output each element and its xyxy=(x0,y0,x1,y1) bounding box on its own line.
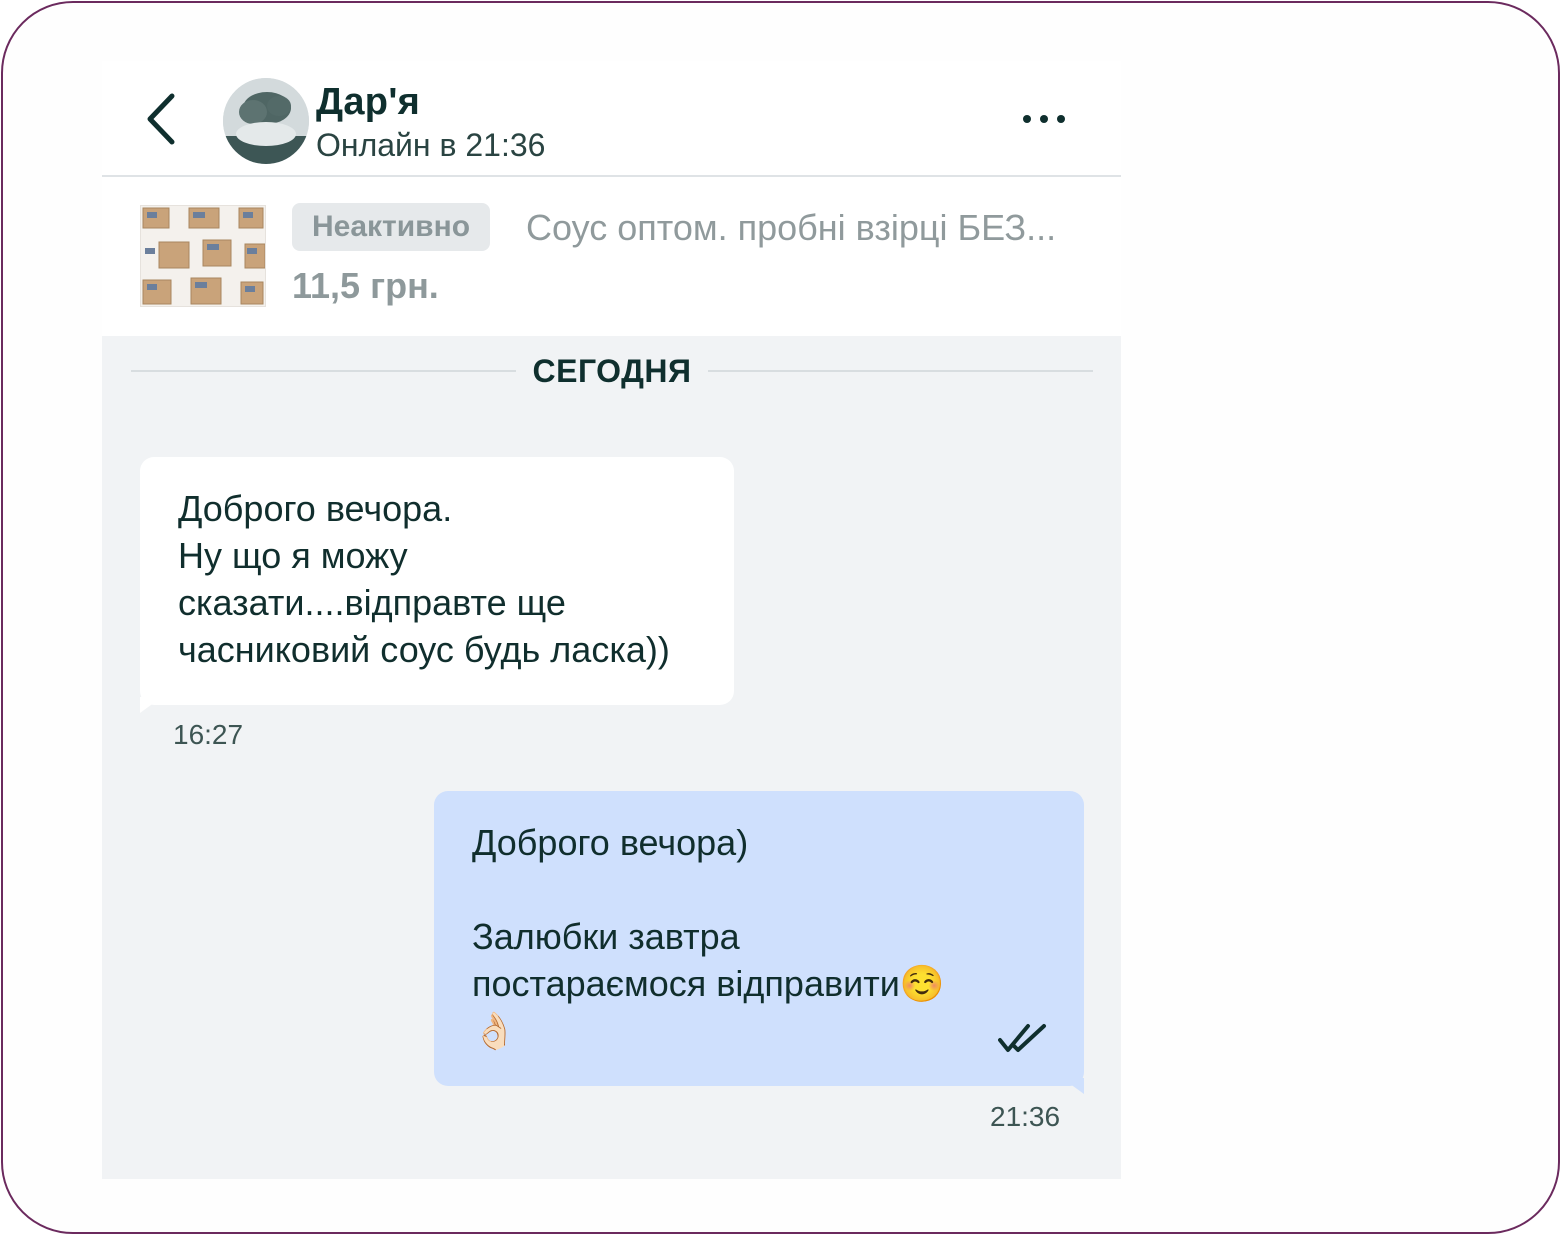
offer-price: 11,5 грн. xyxy=(292,265,439,306)
offer-title: Соус оптом. пробні взірці БЕЗ... xyxy=(526,207,1057,248)
offer-banner[interactable]: Неактивно Соус оптом. пробні взірці БЕЗ.… xyxy=(102,177,1121,336)
chat-screen: Дар'я Онлайн в 21:36 Неактивно Соус опто… xyxy=(102,61,1121,1179)
message-time: 16:27 xyxy=(173,719,244,750)
avatar-image xyxy=(223,78,309,164)
bubble-tail xyxy=(1062,1078,1084,1094)
boxes-pattern-image xyxy=(141,206,265,306)
double-check-icon xyxy=(998,1024,1046,1052)
card-frame: Дар'я Онлайн в 21:36 Неактивно Соус опто… xyxy=(1,1,1560,1234)
message-time: 21:36 xyxy=(990,1101,1061,1132)
more-options-button[interactable] xyxy=(1014,101,1074,137)
back-button[interactable] xyxy=(138,91,184,147)
outgoing-message[interactable]: Доброго вечора) Залюбки завтра постараєм… xyxy=(434,791,1084,1086)
chat-header: Дар'я Онлайн в 21:36 xyxy=(102,61,1121,177)
divider xyxy=(707,370,1094,372)
avatar[interactable] xyxy=(223,78,309,164)
message-text: Доброго вечора) Залюбки завтра постараєм… xyxy=(472,822,945,1051)
more-horizontal-icon xyxy=(1023,115,1031,123)
message-text: Доброго вечора. Ну що я можу сказати....… xyxy=(178,488,670,670)
online-status: Онлайн в 21:36 xyxy=(316,127,546,163)
chevron-left-icon xyxy=(147,93,175,145)
status-badge: Неактивно xyxy=(292,203,491,251)
bubble-tail xyxy=(140,697,162,713)
date-label: СЕГОДНЯ xyxy=(532,352,692,389)
offer-thumbnail xyxy=(140,205,266,307)
contact-name[interactable]: Дар'я xyxy=(316,81,420,124)
incoming-message[interactable]: Доброго вечора. Ну що я можу сказати....… xyxy=(140,457,734,705)
date-separator: СЕГОДНЯ xyxy=(131,351,1094,391)
divider xyxy=(131,370,517,372)
